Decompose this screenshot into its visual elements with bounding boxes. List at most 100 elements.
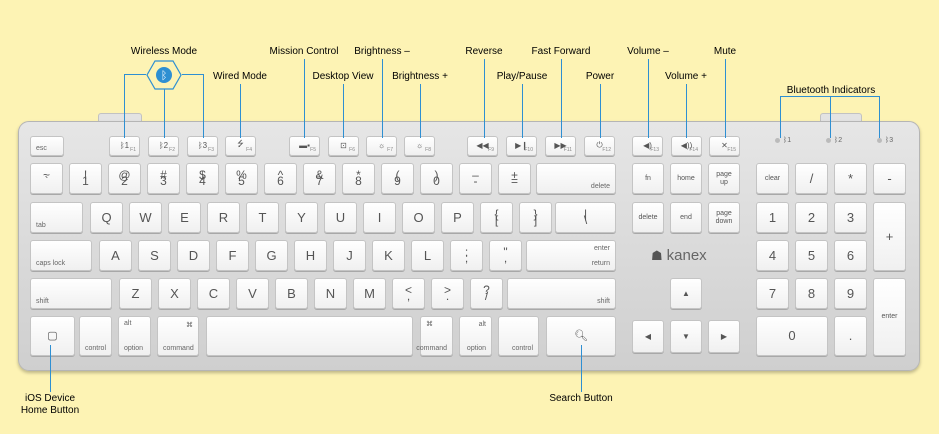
key-C[interactable]: C <box>197 278 230 309</box>
key-L[interactable]: L <box>411 240 444 271</box>
fn-key-f10[interactable]: ▶❙ F10 <box>506 136 537 156</box>
key-Q[interactable]: Q <box>90 202 123 233</box>
key-B[interactable]: B <box>275 278 308 309</box>
key-[[interactable]: {[ <box>480 202 513 233</box>
key-.[interactable]: >. <box>431 278 464 309</box>
key-,[interactable]: <, <box>392 278 425 309</box>
nav-key-fn[interactable]: fn <box>632 163 664 194</box>
key-Y[interactable]: Y <box>285 202 318 233</box>
tab-key[interactable]: tab <box>30 202 83 233</box>
key-X[interactable]: X <box>158 278 191 309</box>
left-control-key[interactable]: control <box>79 316 112 356</box>
left-option-key[interactable]: option alt <box>118 316 151 356</box>
key-0[interactable]: ) 0 <box>420 163 453 194</box>
nav-key-page-down[interactable]: page down <box>708 202 740 233</box>
fn-key-f7[interactable]: ☼ F7 <box>366 136 397 156</box>
key--[interactable]: – - <box>459 163 492 194</box>
key-J[interactable]: J <box>333 240 366 271</box>
numpad-6-key[interactable]: 6 <box>834 240 867 271</box>
key-N[interactable]: N <box>314 278 347 309</box>
nav-key-page-up[interactable]: page up <box>708 163 740 194</box>
numpad-8-key[interactable]: 8 <box>795 278 828 309</box>
right-shift-key[interactable]: shift <box>507 278 616 309</box>
fn-key-f11[interactable]: ▶▶ F11 <box>545 136 576 156</box>
key-][interactable]: }] <box>519 202 552 233</box>
fn-key-f14[interactable]: ◀)) F14 <box>671 136 702 156</box>
key-1[interactable]: ! 1 <box>69 163 102 194</box>
key-E[interactable]: E <box>168 202 201 233</box>
fn-key-f1[interactable]: ᛒ1 F1 <box>109 136 140 156</box>
key-R[interactable]: R <box>207 202 240 233</box>
fn-key-f9[interactable]: ◀◀ F9 <box>467 136 498 156</box>
key-7[interactable]: & 7 <box>303 163 336 194</box>
key-Z[interactable]: Z <box>119 278 152 309</box>
numpad-4-key[interactable]: 4 <box>756 240 789 271</box>
delete-key[interactable]: delete <box>536 163 616 194</box>
numpad-clear-key[interactable]: clear <box>756 163 789 194</box>
key-4[interactable]: $4 <box>186 163 219 194</box>
arrow-down-key[interactable]: ▼ <box>670 320 702 353</box>
nav-key-delete[interactable]: delete <box>632 202 664 233</box>
home-button-key[interactable]: ▢ <box>30 316 75 356</box>
fn-key-f12[interactable]: ⏻ F12 <box>584 136 615 156</box>
fn-key-f5[interactable]: ▬▪ F5 <box>289 136 320 156</box>
right-option-key[interactable]: option alt <box>459 316 492 356</box>
caps-lock-key[interactable]: caps lock <box>30 240 92 271</box>
numpad-2-key[interactable]: 2 <box>795 202 828 233</box>
key-=[interactable]: + = <box>498 163 531 194</box>
arrow-up-key[interactable]: ▲ <box>670 278 702 309</box>
key-5[interactable]: % 5 <box>225 163 258 194</box>
arrow-left-key[interactable]: ◀ <box>632 320 664 353</box>
key-;[interactable]: :; <box>450 240 483 271</box>
numpad-minus-key[interactable]: - <box>873 163 906 194</box>
key-/[interactable]: ? / <box>470 278 503 309</box>
numpad-0-key[interactable]: 0 <box>756 316 828 356</box>
key-W[interactable]: W <box>129 202 162 233</box>
numpad-plus-key[interactable]: + <box>873 202 906 271</box>
fn-key-f6[interactable]: ⊡ F6 <box>328 136 359 156</box>
numpad-9-key[interactable]: 9 <box>834 278 867 309</box>
nav-key-home[interactable]: home <box>670 163 702 194</box>
left-shift-key[interactable]: shift <box>30 278 112 309</box>
key-P[interactable]: P <box>441 202 474 233</box>
fn-key-f15[interactable]: ✕ F15 <box>709 136 740 156</box>
key-I[interactable]: I <box>363 202 396 233</box>
key-S[interactable]: S <box>138 240 171 271</box>
key-6[interactable]: ^ 6 <box>264 163 297 194</box>
key-,[interactable]: ", <box>489 240 522 271</box>
key-9[interactable]: (9 <box>381 163 414 194</box>
right-command-key[interactable]: command ⌘ <box>416 316 453 356</box>
fn-key-f13[interactable]: ◀) F13 <box>632 136 663 156</box>
numpad-divide-key[interactable]: / <box>795 163 828 194</box>
key-U[interactable]: U <box>324 202 357 233</box>
space-bar[interactable] <box>206 316 413 356</box>
key-T[interactable]: T <box>246 202 279 233</box>
key-H[interactable]: H <box>294 240 327 271</box>
right-control-key[interactable]: control <box>498 316 539 356</box>
fn-key-f4[interactable]: ⭍ F4 <box>225 136 256 156</box>
key-F[interactable]: F <box>216 240 249 271</box>
numpad-5-key[interactable]: 5 <box>795 240 828 271</box>
key-D[interactable]: D <box>177 240 210 271</box>
backslash-key[interactable]: | \ <box>555 202 616 233</box>
key-`[interactable]: ~ ` <box>30 163 63 194</box>
key-3[interactable]: #3 <box>147 163 180 194</box>
key-2[interactable]: @2 <box>108 163 141 194</box>
key-A[interactable]: A <box>99 240 132 271</box>
fn-key-f2[interactable]: ᛒ2 F2 <box>148 136 179 156</box>
numpad-enter-key[interactable]: enter <box>873 278 906 356</box>
arrow-right-key[interactable]: ▶ <box>708 320 740 353</box>
numpad-1-key[interactable]: 1 <box>756 202 789 233</box>
nav-key-end[interactable]: end <box>670 202 702 233</box>
numpad-7-key[interactable]: 7 <box>756 278 789 309</box>
left-command-key[interactable]: command ⌘ <box>157 316 199 356</box>
key-K[interactable]: K <box>372 240 405 271</box>
key-V[interactable]: V <box>236 278 269 309</box>
esc-key[interactable]: esc <box>30 136 64 156</box>
numpad-decimal-key[interactable]: . <box>834 316 867 356</box>
key-8[interactable]: * 8 <box>342 163 375 194</box>
numpad-multiply-key[interactable]: * <box>834 163 867 194</box>
key-M[interactable]: M <box>353 278 386 309</box>
fn-key-f3[interactable]: ᛒ3 F3 <box>187 136 218 156</box>
return-key[interactable]: return enter <box>526 240 616 271</box>
